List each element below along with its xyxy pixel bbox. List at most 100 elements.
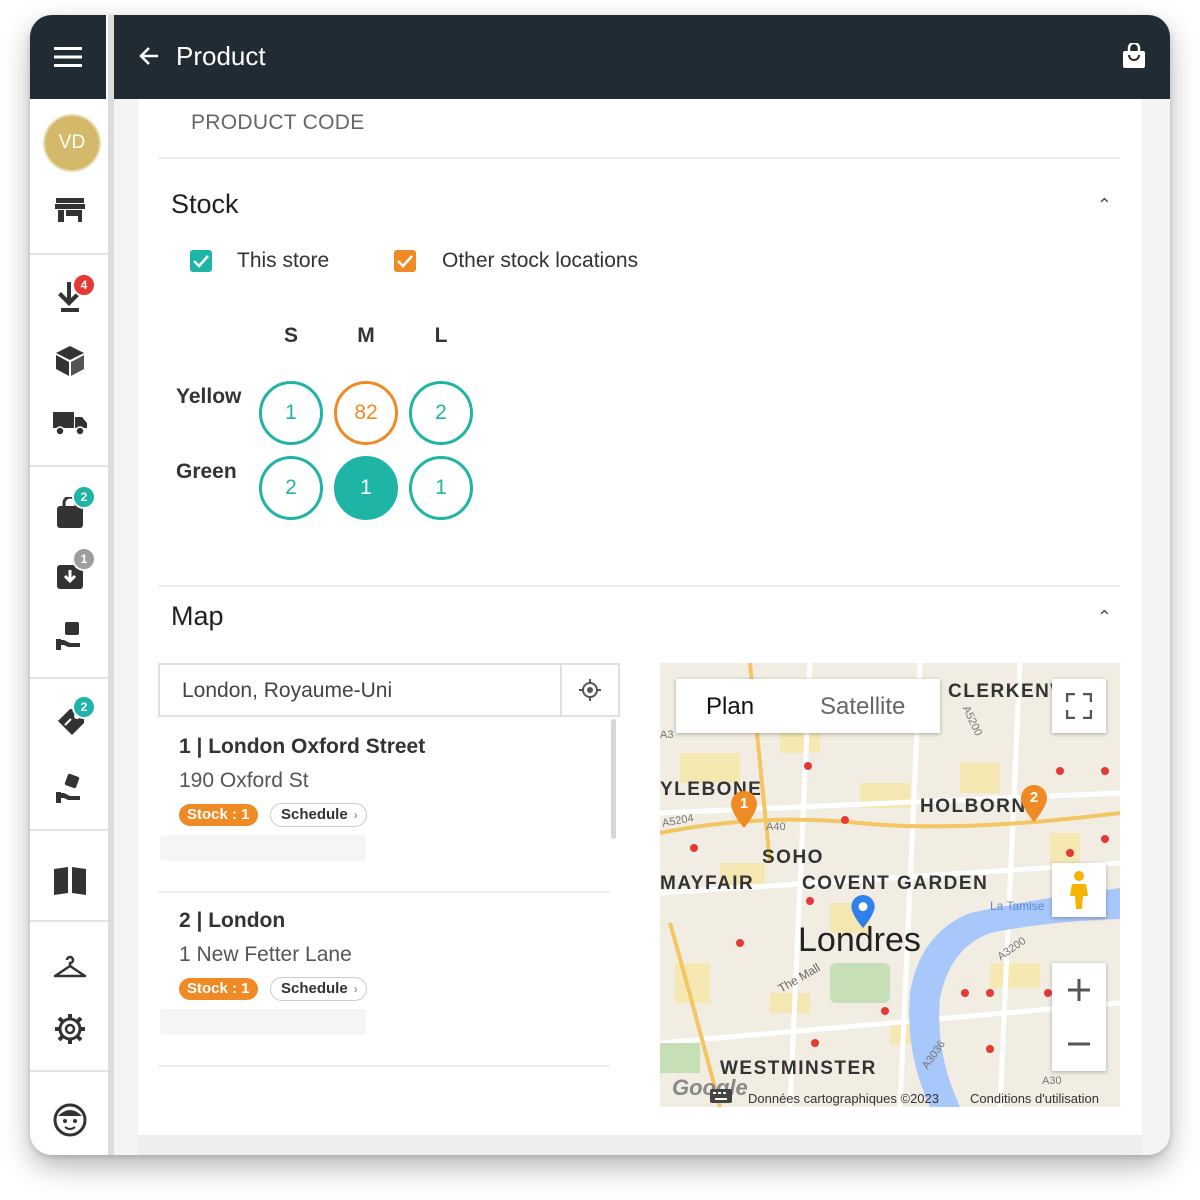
stock-cell[interactable]: 1 — [409, 456, 473, 520]
delivery-download-icon[interactable]: 1 — [50, 547, 96, 595]
map-road-label: A30 — [1042, 1075, 1062, 1087]
stock-cell[interactable]: 2 — [259, 456, 323, 520]
sidebar: VD 4 2 1 2 — [30, 15, 108, 1155]
stock-cell-selected[interactable]: 1 — [334, 456, 398, 520]
store-address: 1 New Fetter Lane — [179, 943, 352, 966]
stock-cell[interactable]: 1 — [259, 381, 323, 445]
collapse-map-button[interactable]: ⌃ — [1097, 607, 1112, 628]
package-icon[interactable] — [50, 341, 90, 381]
shopping-bag-icon — [1123, 41, 1145, 68]
this-store-checkbox[interactable] — [190, 250, 212, 272]
zoom-control — [1052, 963, 1106, 1071]
placeholder-bar — [160, 835, 366, 861]
store-list-scrollbar[interactable] — [611, 719, 616, 839]
page-title: Product — [176, 41, 266, 71]
store-list: 1 | London Oxford Street 190 Oxford St S… — [158, 719, 616, 1095]
locate-me-button[interactable] — [560, 665, 618, 715]
product-code-label: PRODUCT CODE — [191, 111, 365, 134]
pegman-icon — [1070, 871, 1088, 909]
size-header: M — [357, 324, 375, 347]
schedule-button[interactable]: Schedule › — [270, 977, 367, 1001]
chevron-right-icon: › — [353, 808, 358, 822]
placeholder-bar — [160, 1009, 366, 1035]
keyboard-shortcuts-button[interactable] — [710, 1089, 732, 1107]
color-row-label: Green — [176, 460, 237, 483]
map-type-satellite-button[interactable]: Satellite — [820, 693, 905, 721]
location-pin-icon — [851, 895, 875, 929]
schedule-label: Schedule — [281, 806, 348, 823]
divider — [30, 465, 108, 467]
map-road-label: A3 — [660, 729, 674, 741]
chevron-up-icon: ⌃ — [1096, 607, 1112, 627]
map-type-plan-button[interactable]: Plan — [706, 693, 754, 721]
check-icon — [193, 255, 209, 268]
tag-icon[interactable]: 2 — [50, 695, 96, 743]
divider — [158, 157, 1120, 159]
arrow-left-icon — [139, 47, 158, 65]
collapse-stock-button[interactable]: ⌃ — [1097, 195, 1112, 216]
hanger-icon[interactable] — [50, 947, 90, 987]
deliveries-badge: 1 — [72, 547, 96, 571]
map-place-label: SOHO — [762, 847, 824, 868]
map-terms-link[interactable]: Conditions d'utilisation — [970, 1091, 1099, 1106]
hand-item-icon[interactable] — [50, 769, 90, 809]
fullscreen-icon — [1066, 693, 1092, 719]
check-icon — [397, 255, 413, 268]
current-location-marker — [850, 895, 876, 934]
map-attribution: Données cartographiques ©2023 — [748, 1091, 939, 1106]
size-header: S — [283, 324, 298, 347]
schedule-button[interactable]: Schedule › — [270, 803, 367, 827]
map-place-label: COVENT GARDEN — [802, 873, 989, 894]
list-item[interactable]: 1 | London Oxford Street 190 Oxford St S… — [158, 719, 610, 889]
product-sheet: PRODUCT CODE Stock ⌃ This store Other st… — [138, 99, 1142, 1135]
stock-cell[interactable]: 2 — [409, 381, 473, 445]
settings-gear-icon[interactable] — [50, 1009, 90, 1049]
app-window: VD 4 2 1 2 Product PRODUCT CODE Stock ⌃ … — [30, 15, 1170, 1155]
minus-icon — [1068, 1042, 1090, 1046]
this-store-label: This store — [237, 249, 330, 272]
stock-section-title: Stock — [171, 189, 239, 219]
location-search[interactable]: London, Royaume-Uni — [158, 663, 620, 717]
fullscreen-button[interactable] — [1052, 679, 1106, 733]
street-view-button[interactable] — [1052, 863, 1106, 917]
order-bag-icon[interactable]: 2 — [50, 485, 96, 533]
schedule-label: Schedule — [281, 980, 348, 997]
list-item[interactable]: 2 | London 1 New Fetter Lane Stock : 1 S… — [158, 893, 610, 1063]
support-face-icon[interactable] — [50, 1100, 90, 1140]
returns-badge: 4 — [72, 273, 96, 297]
keyboard-icon — [710, 1089, 732, 1103]
return-icon[interactable]: 4 — [50, 273, 96, 317]
store-icon[interactable] — [50, 190, 90, 230]
chevron-up-icon: ⌃ — [1096, 195, 1112, 215]
catalog-book-icon[interactable] — [50, 860, 90, 900]
marker-number: 1 — [739, 795, 749, 812]
marker-number: 2 — [1029, 789, 1039, 806]
zoom-out-button[interactable] — [1067, 1017, 1091, 1071]
avatar[interactable]: VD — [43, 114, 101, 172]
menu-button[interactable] — [30, 15, 106, 99]
truck-icon[interactable] — [50, 403, 90, 443]
chevron-right-icon: › — [353, 982, 358, 996]
orders-badge: 2 — [72, 485, 96, 509]
map-river-label: La Tamise — [990, 899, 1045, 913]
divider — [30, 253, 108, 255]
other-locations-checkbox[interactable] — [394, 250, 416, 272]
map-place-label: HOLBORN — [920, 796, 1027, 817]
store-marker[interactable]: 2 — [1020, 785, 1048, 828]
back-button[interactable] — [138, 45, 160, 72]
store-marker[interactable]: 1 — [730, 791, 758, 834]
hand-bag-icon[interactable] — [50, 616, 90, 656]
promotions-badge: 2 — [72, 695, 96, 719]
store-title: 2 | London — [179, 909, 286, 932]
location-search-input[interactable]: London, Royaume-Uni — [182, 679, 392, 703]
store-title: 1 | London Oxford Street — [179, 735, 426, 758]
zoom-in-button[interactable] — [1067, 963, 1091, 1017]
map-view[interactable]: CLERKENW YLEBONE HOLBORN SOHO MAYFAIR CO… — [660, 663, 1120, 1107]
crosshair-icon — [579, 679, 601, 701]
map-place-label: MAYFAIR — [660, 873, 755, 894]
size-header: L — [434, 324, 448, 347]
store-address: 190 Oxford St — [179, 769, 309, 792]
stock-cell[interactable]: 82 — [334, 381, 398, 445]
cart-button[interactable] — [1122, 41, 1146, 74]
hamburger-icon — [54, 47, 82, 67]
